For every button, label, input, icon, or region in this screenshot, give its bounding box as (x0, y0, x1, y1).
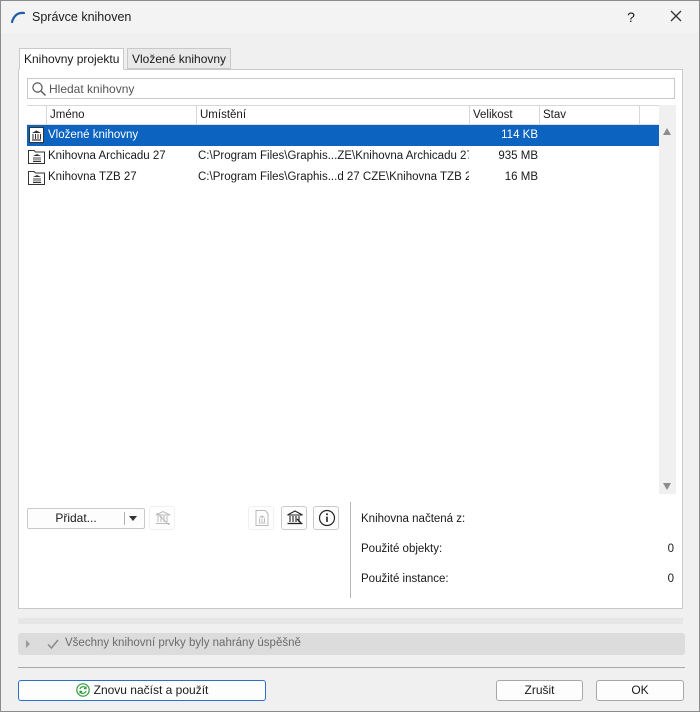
row-status (541, 125, 639, 146)
close-icon (670, 10, 682, 22)
add-button-separator (124, 512, 125, 525)
archicad-logo-icon (10, 11, 26, 24)
remove-library-icon (155, 510, 171, 526)
library-settings-button[interactable] (281, 506, 307, 530)
row-name: Knihovna Archicadu 27 (48, 150, 166, 162)
search-icon (32, 82, 46, 96)
search-input[interactable] (49, 80, 669, 97)
table-row[interactable]: Knihovna TZB 27 C:\Program Files\Graphis… (27, 167, 659, 188)
expand-chevron-icon[interactable] (26, 640, 30, 648)
reload-and-apply-label: Znovu načíst a použít (93, 683, 209, 697)
library-table: Jméno Umístění Velikost Stav Vložené kni… (27, 105, 659, 494)
info-separator (350, 502, 351, 598)
library-folder-icon (28, 150, 45, 164)
search-box[interactable] (27, 78, 675, 99)
library-document-icon (255, 510, 269, 526)
load-status-bar[interactable]: Všechny knihovní prvky byly nahrány úspě… (18, 633, 685, 655)
divider (18, 618, 683, 624)
library-manager-dialog: Správce knihoven ? Knihovny projektu Vlo… (0, 0, 700, 712)
library-building-icon (287, 510, 303, 525)
window-title: Správce knihoven (32, 10, 132, 24)
row-status (541, 146, 639, 167)
row-size: 114 KB (501, 129, 538, 141)
row-location: C:\Program Files\Graphis...ZE\Knihovna A… (198, 150, 469, 162)
used-objects-value: 0 (667, 543, 674, 555)
column-header-name[interactable]: Jméno (46, 106, 196, 125)
table-row[interactable]: Knihovna Archicadu 27 C:\Program Files\G… (27, 146, 659, 167)
column-header-status[interactable]: Stav (539, 106, 639, 125)
column-header-location[interactable]: Umístění (196, 106, 469, 125)
reload-and-apply-button[interactable]: Znovu načíst a použít (18, 680, 266, 701)
table-header: Jméno Umístění Velikost Stav (27, 106, 659, 125)
scroll-down-arrow-icon[interactable] (663, 483, 671, 490)
column-header-icon[interactable] (27, 106, 46, 125)
footer-divider (18, 667, 685, 668)
add-button-label: Přidat... (55, 511, 97, 525)
library-folder-icon (28, 171, 45, 185)
help-button[interactable]: ? (619, 5, 643, 29)
tab-embedded-libraries[interactable]: Vložené knihovny (127, 48, 232, 69)
used-instances-label: Použité instance: (361, 573, 449, 585)
close-button[interactable] (663, 5, 689, 29)
reload-icon (75, 683, 90, 697)
row-location (198, 125, 469, 146)
table-row[interactable]: Vložené knihovny 114 KB (27, 125, 659, 146)
used-objects-label: Použité objekty: (361, 543, 443, 555)
remove-library-button[interactable] (149, 506, 175, 530)
loaded-from-label: Knihovna načtená z: (361, 513, 466, 525)
row-name: Knihovna TZB 27 (48, 171, 137, 183)
ok-button[interactable]: OK (596, 680, 684, 701)
scroll-up-arrow-icon[interactable] (663, 128, 671, 135)
column-header-size[interactable]: Velikost (469, 106, 539, 125)
info-icon (318, 509, 336, 527)
row-location: C:\Program Files\Graphis...d 27 CZE\Knih… (198, 171, 469, 183)
row-status (541, 167, 639, 188)
chevron-down-icon[interactable] (129, 516, 137, 521)
embedded-library-icon (29, 127, 44, 143)
table-scrollbar[interactable] (659, 105, 676, 494)
export-library-button[interactable] (248, 506, 274, 530)
used-instances-value: 0 (667, 573, 674, 585)
checkmark-icon (47, 639, 59, 650)
row-size: 935 MB (498, 150, 538, 162)
column-header-spacer (639, 106, 659, 125)
status-message: Všechny knihovní prvky byly nahrány úspě… (65, 637, 301, 649)
title-bar[interactable]: Správce knihoven ? (1, 1, 699, 33)
row-name: Vložené knihovny (48, 129, 139, 141)
row-size: 16 MB (504, 171, 538, 183)
add-library-button[interactable]: Přidat... (27, 508, 145, 529)
info-button[interactable] (313, 506, 339, 530)
tab-project-libraries[interactable]: Knihovny projektu (19, 48, 125, 70)
cancel-button[interactable]: Zrušit (496, 680, 583, 701)
